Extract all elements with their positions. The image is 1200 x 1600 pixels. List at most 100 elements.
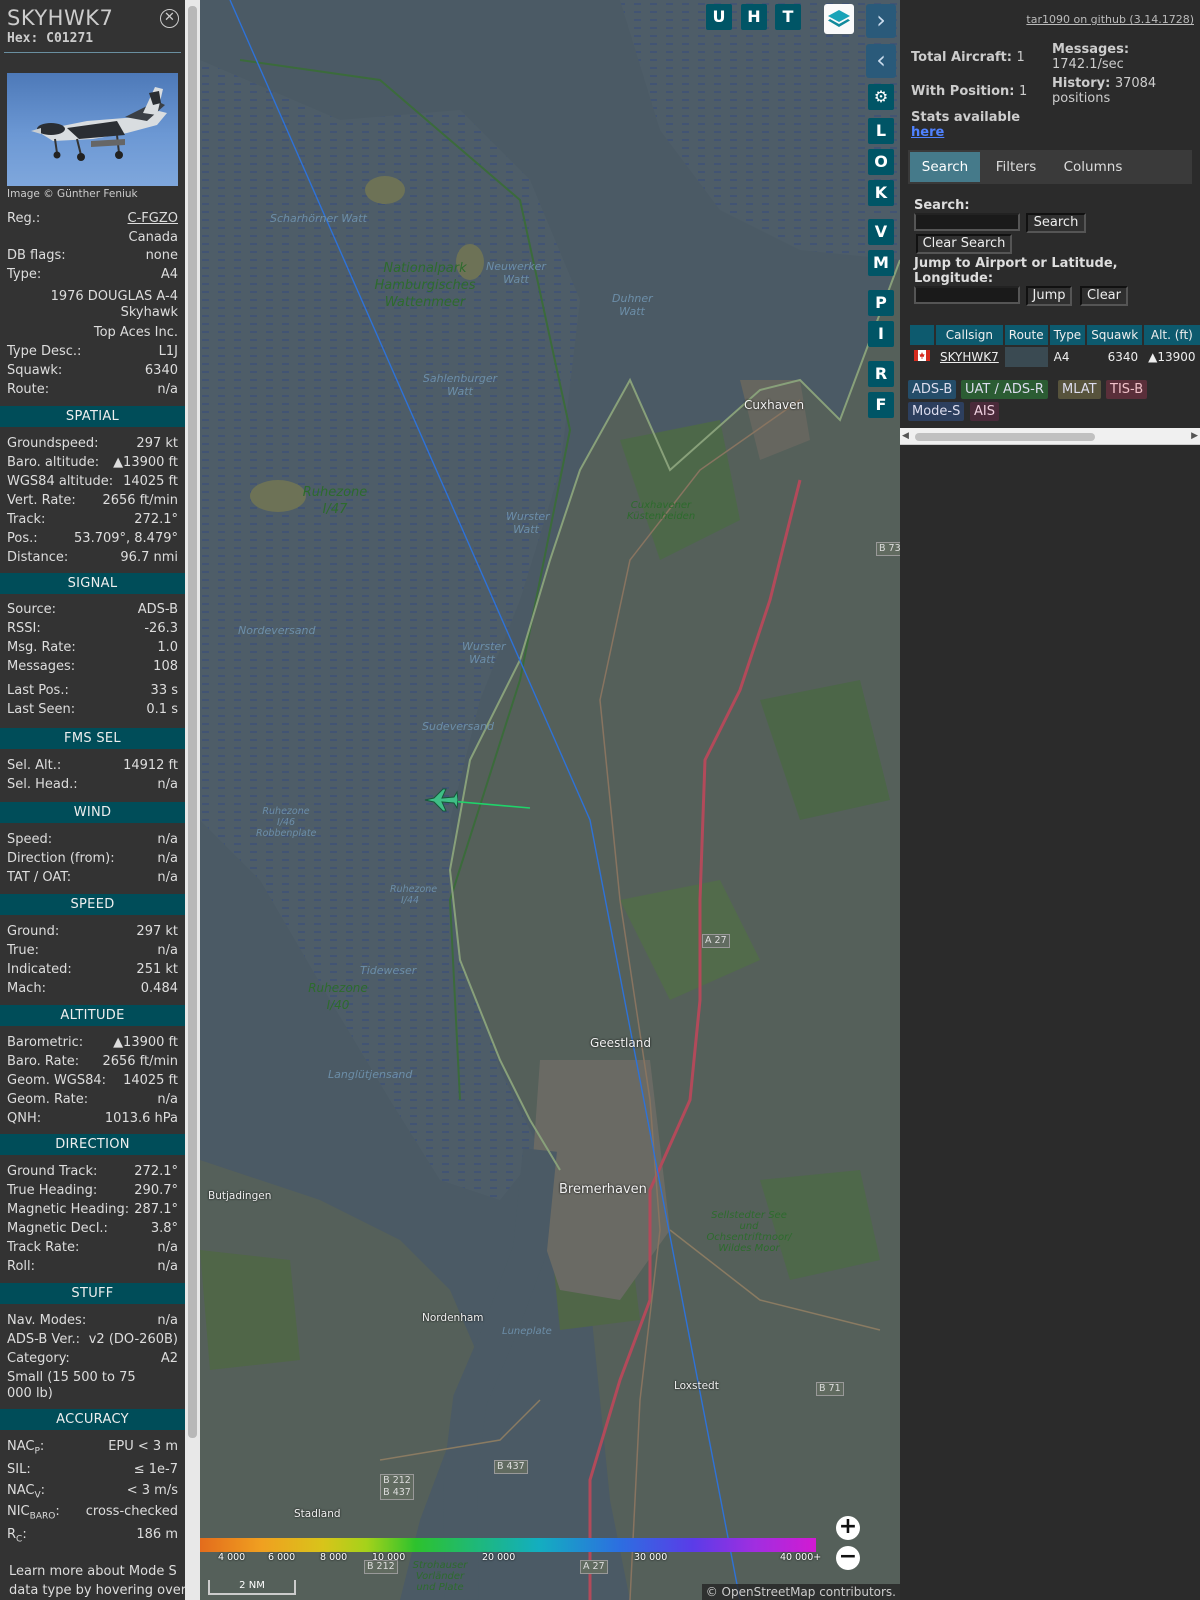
- direction-row: Ground Track: 272.1°: [7, 1162, 178, 1181]
- col-squawk[interactable]: Squawk: [1087, 325, 1143, 345]
- type-full-value: 1976 DOUGLAS A-4 Skyhawk: [50, 289, 178, 320]
- tab-columns[interactable]: Columns: [1052, 152, 1134, 182]
- spatial-value: 2656 ft/min: [102, 493, 178, 508]
- section-fms: FMS SEL: [0, 728, 185, 749]
- map-label-nationalpark: Nationalpark Hamburgisches Wattenmeer: [374, 261, 476, 310]
- signal-row: Last Seen: 0.1 s: [7, 700, 178, 719]
- map-button-r[interactable]: R: [868, 361, 894, 387]
- direction-row: Magnetic Heading: 287.1°: [7, 1200, 178, 1219]
- map-label-langlutjensand: Langlütjensand: [328, 1068, 413, 1081]
- adsbver-value: v2 (DO-260B): [88, 1332, 178, 1347]
- jump-input[interactable]: [914, 286, 1020, 304]
- collapse-sidebar-icon[interactable]: ‹: [866, 44, 896, 78]
- info-header: SKYHWK7 Hex: C01271: [7, 6, 182, 46]
- tab-filters[interactable]: Filters: [984, 152, 1048, 182]
- col-route[interactable]: Route: [1004, 325, 1048, 345]
- speed-label: Mach:: [7, 981, 46, 996]
- info-panel-scrollbar[interactable]: [185, 0, 200, 1600]
- signal-value: 108: [153, 659, 178, 674]
- search-label: Search:: [914, 198, 970, 213]
- rc-value: 186 m: [136, 1527, 178, 1542]
- clear-button[interactable]: Clear: [1080, 286, 1128, 306]
- map-road-a27-south: A 27: [580, 1560, 608, 1574]
- legend-uat: UAT / ADS-R: [961, 380, 1048, 399]
- clear-search-button[interactable]: Clear Search: [916, 234, 1012, 254]
- tab-search[interactable]: Search: [910, 152, 980, 182]
- map-button-i[interactable]: I: [868, 321, 894, 347]
- map-button-k[interactable]: K: [868, 180, 894, 206]
- zoom-in-icon[interactable]: +: [836, 1516, 860, 1540]
- col-alt[interactable]: Alt. (ft): [1144, 325, 1200, 345]
- altitude-value: 14025 ft: [123, 1073, 178, 1088]
- sil-label: SIL:: [7, 1462, 31, 1477]
- spatial-label: Distance:: [7, 550, 69, 565]
- map-label-tideweser: Tideweser: [360, 964, 417, 977]
- settings-gear-icon[interactable]: ⚙: [868, 84, 894, 110]
- map-attribution[interactable]: © OpenStreetMap contributors.: [701, 1584, 900, 1600]
- wind-label: Speed:: [7, 832, 53, 847]
- alt-tick: 20 000: [482, 1552, 516, 1563]
- signal-value: 33 s: [150, 683, 178, 698]
- search-button[interactable]: Search: [1026, 213, 1086, 233]
- info-panel-scroll-thumb[interactable]: [188, 6, 197, 1438]
- map-label-loxstedt: Loxstedt: [674, 1380, 719, 1392]
- category-row: Category: A2: [7, 1349, 178, 1368]
- map-button-t[interactable]: T: [775, 4, 801, 30]
- map-button-o[interactable]: O: [868, 149, 894, 175]
- col-type[interactable]: Type: [1049, 325, 1086, 345]
- nicbaro-value: cross-checked: [85, 1504, 178, 1519]
- speed-value: n/a: [157, 943, 178, 958]
- signal-value: ADS-B: [137, 602, 178, 617]
- squawk-value: 6340: [144, 363, 178, 378]
- direction-value: 287.1°: [134, 1202, 178, 1217]
- aircraft-marker-icon[interactable]: [424, 786, 458, 814]
- row-callsign[interactable]: SKYHWK7: [936, 347, 1003, 367]
- type-full-row: 1976 DOUGLAS A-4 Skyhawk: [7, 289, 178, 323]
- aircraft-photo[interactable]: [7, 73, 178, 186]
- navmodes-value: n/a: [157, 1313, 178, 1328]
- typedesc-value: L1J: [158, 344, 178, 359]
- signal-value: 0.1 s: [146, 702, 178, 717]
- registration-link[interactable]: C-FGZO: [128, 209, 178, 228]
- zoom-out-icon[interactable]: −: [836, 1546, 860, 1570]
- scroll-left-icon[interactable]: ◀: [902, 428, 909, 445]
- map-button-f[interactable]: F: [868, 392, 894, 418]
- map-view[interactable]: Scharhörner Watt Nationalpark Hamburgisc…: [200, 0, 900, 1600]
- map-road-b71: B 71: [816, 1382, 844, 1396]
- table-horizontal-scrollbar[interactable]: ◀ ▶: [900, 428, 1200, 445]
- table-row[interactable]: SKYHWK7 A4 6340 ▲13900: [910, 347, 1200, 367]
- selected-callsign: SKYHWK7: [7, 6, 114, 30]
- category-desc-row: Small (15 500 to 75 000 lb): [7, 1370, 178, 1404]
- close-icon[interactable]: ✕: [160, 9, 179, 28]
- country-value: Canada: [128, 230, 178, 245]
- map-button-m[interactable]: M: [868, 250, 894, 276]
- direction-row: Magnetic Decl.: 3.8°: [7, 1219, 178, 1238]
- map-label-ruhezone140: Ruhezone I/40: [308, 981, 368, 1012]
- map-button-h[interactable]: H: [741, 4, 767, 30]
- map-button-p[interactable]: P: [868, 290, 894, 316]
- col-flag[interactable]: [910, 325, 934, 345]
- layers-icon[interactable]: [824, 4, 854, 34]
- map-label-sudeversand: Sudeversand: [422, 720, 494, 733]
- speed-label: True:: [7, 943, 39, 958]
- header-divider: [4, 52, 181, 53]
- row-alt: ▲13900: [1148, 350, 1196, 364]
- type-row: Type: A4: [7, 265, 178, 284]
- map-button-u[interactable]: U: [706, 4, 732, 30]
- github-link[interactable]: tar1090 on github (3.14.1728): [1026, 13, 1194, 26]
- search-input[interactable]: [914, 213, 1020, 231]
- jump-button[interactable]: Jump: [1026, 286, 1072, 306]
- altitude-row: Geom. Rate: n/a: [7, 1090, 178, 1109]
- map-button-l[interactable]: L: [868, 118, 894, 144]
- col-callsign[interactable]: Callsign: [936, 325, 1003, 345]
- direction-label: True Heading:: [7, 1183, 98, 1198]
- navmodes-row: Nav. Modes: n/a: [7, 1311, 178, 1330]
- speed-value: 297 kt: [136, 924, 178, 939]
- map-label-duhner: Duhner Watt: [612, 292, 653, 318]
- typedesc-row: Type Desc.: L1J: [7, 342, 178, 361]
- scroll-right-icon[interactable]: ▶: [1191, 428, 1198, 445]
- table-scroll-thumb[interactable]: [915, 433, 1095, 441]
- map-button-v[interactable]: V: [868, 219, 894, 245]
- stats-link[interactable]: here: [911, 125, 1020, 140]
- expand-sidebar-icon[interactable]: ›: [866, 4, 896, 38]
